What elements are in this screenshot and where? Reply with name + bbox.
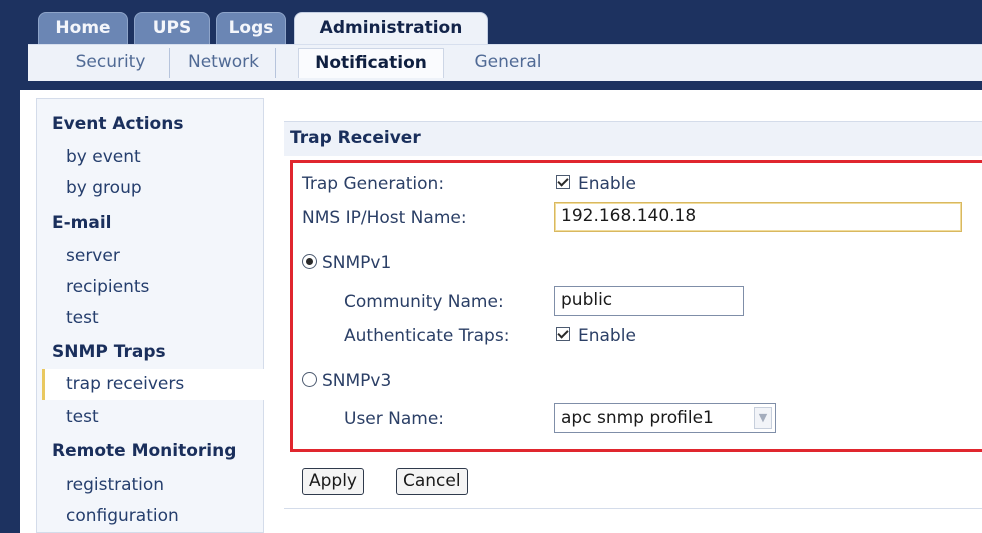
cancel-button[interactable]: Cancel: [396, 468, 468, 495]
sidebar-item-by-group[interactable]: by group: [66, 178, 142, 198]
trap-generation-label: Trap Generation:: [302, 174, 445, 194]
sidebar-heading-event-actions: Event Actions: [52, 114, 184, 134]
user-name-select[interactable]: apc snmp profile1: [554, 403, 776, 433]
authenticate-traps-label: Authenticate Traps:: [344, 326, 510, 346]
sidebar-item-email-test[interactable]: test: [66, 308, 99, 328]
sidebar-item-recipients[interactable]: recipients: [66, 277, 149, 297]
nms-host-input[interactable]: 192.168.140.18: [554, 202, 962, 232]
chevron-down-icon[interactable]: ▼: [754, 407, 772, 429]
sidebar-item-configuration[interactable]: configuration: [66, 506, 179, 526]
tab-ups[interactable]: UPS: [134, 12, 210, 46]
snmpv3-label: SNMPv3: [322, 371, 392, 391]
trap-generation-checkbox[interactable]: [556, 175, 570, 189]
user-name-label: User Name:: [344, 409, 445, 429]
trap-generation-enable-label: Enable: [578, 174, 636, 194]
sidebar-item-snmp-test[interactable]: test: [66, 407, 99, 427]
snmpv3-radio[interactable]: [302, 372, 317, 387]
authenticate-traps-checkbox[interactable]: [556, 327, 570, 341]
community-name-label: Community Name:: [344, 292, 504, 312]
tab-home[interactable]: Home: [38, 12, 128, 46]
community-name-input[interactable]: public: [554, 286, 744, 316]
snmpv1-radio[interactable]: [302, 254, 317, 269]
subtab-notification[interactable]: Notification: [298, 48, 444, 78]
snmpv1-label: SNMPv1: [322, 253, 392, 273]
tab-administration[interactable]: Administration: [294, 12, 488, 46]
authenticate-traps-enable-label: Enable: [578, 326, 636, 346]
tab-logs[interactable]: Logs: [216, 12, 286, 46]
apply-button[interactable]: Apply: [302, 468, 364, 495]
sidebar-heading-snmp-traps: SNMP Traps: [52, 342, 166, 362]
nms-host-label: NMS IP/Host Name:: [302, 208, 467, 228]
subtab-network[interactable]: Network: [172, 48, 276, 78]
sidebar-heading-remote-monitoring: Remote Monitoring: [52, 441, 237, 461]
divider: [284, 508, 982, 509]
sidebar-heading-email: E-mail: [52, 213, 112, 233]
sidebar-item-server[interactable]: server: [66, 246, 120, 266]
left-navigation-strip: [0, 90, 20, 533]
sidebar-item-by-event[interactable]: by event: [66, 147, 141, 167]
section-title: Trap Receiver: [290, 128, 421, 148]
subtab-general[interactable]: General: [462, 48, 554, 78]
sidebar-item-trap-receivers[interactable]: trap receivers: [66, 374, 184, 394]
subtab-security[interactable]: Security: [52, 48, 170, 78]
sidebar-item-registration[interactable]: registration: [66, 475, 164, 495]
